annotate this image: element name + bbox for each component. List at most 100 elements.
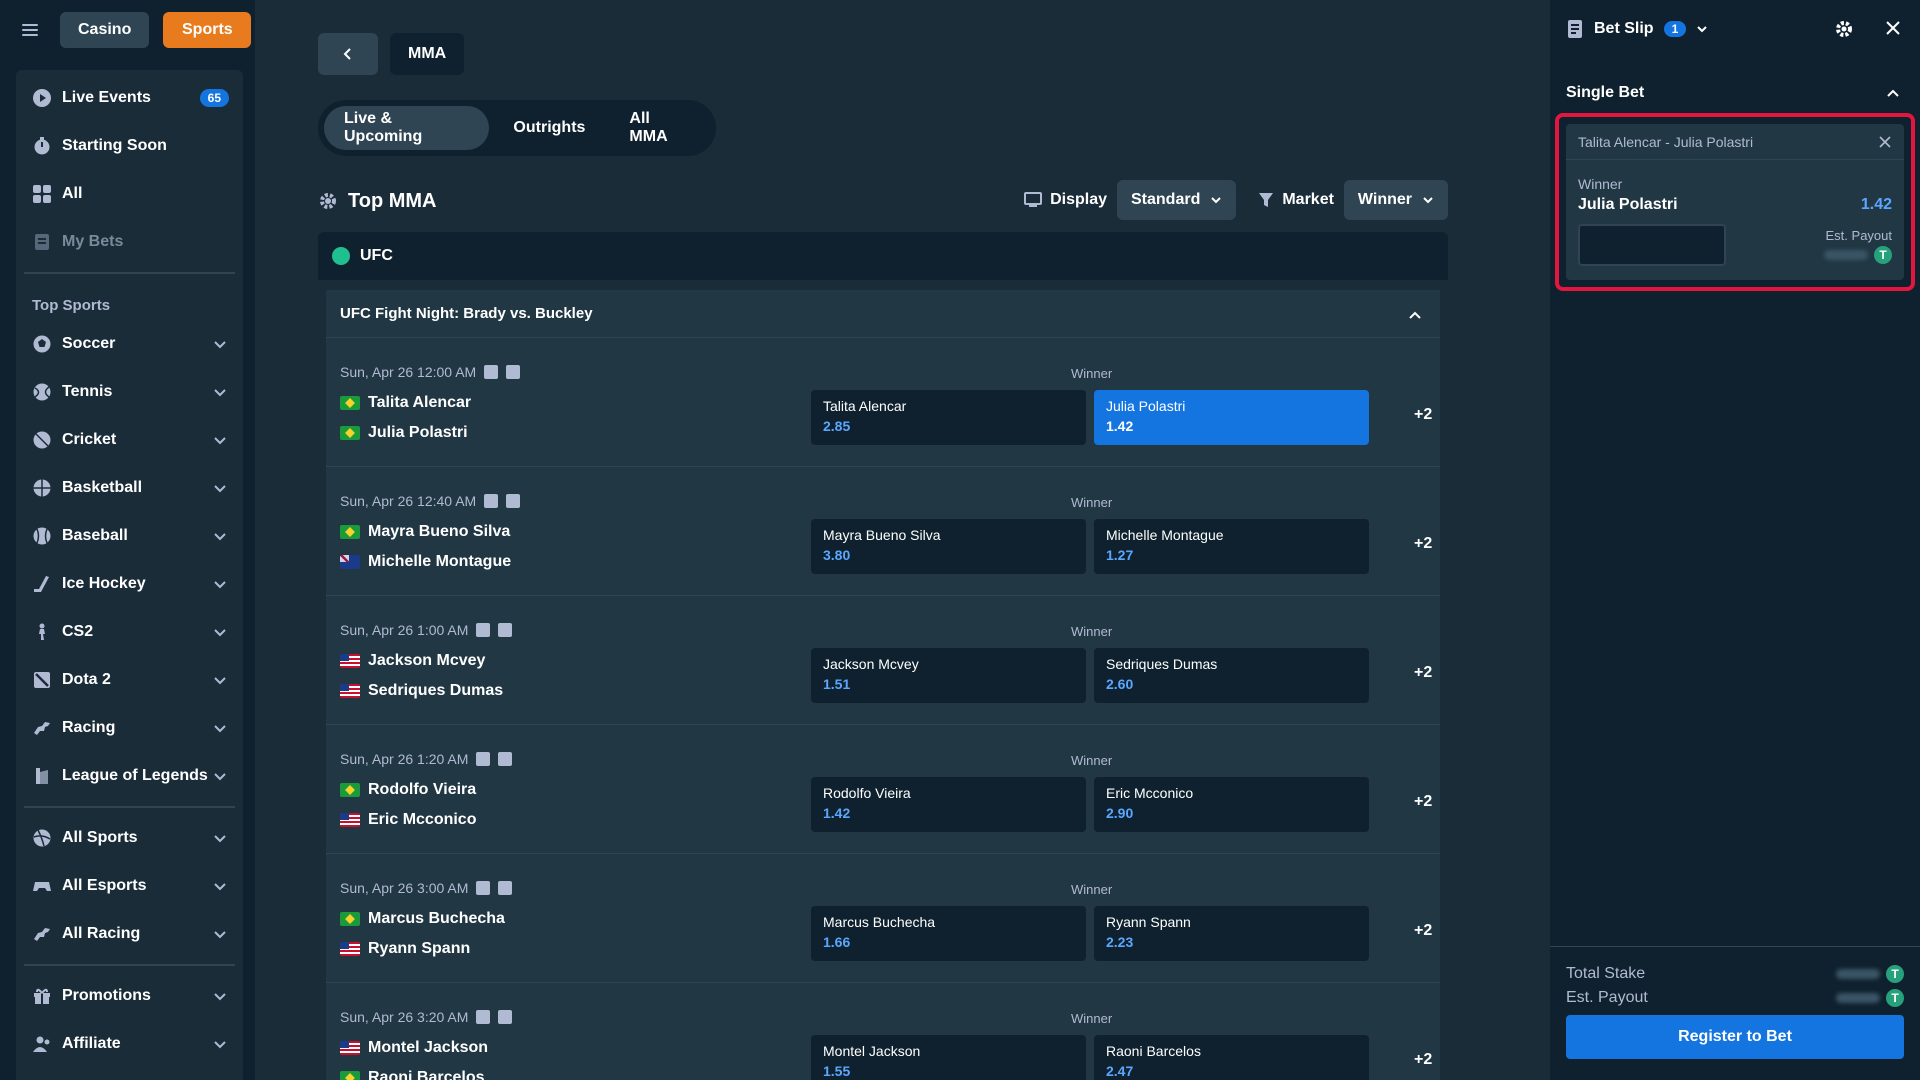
sidebar-item-racing[interactable]: Racing	[16, 704, 243, 752]
tab-live-upcoming[interactable]: Live & Upcoming	[324, 106, 490, 150]
display-dropdown[interactable]: Standard	[1117, 180, 1237, 220]
more-markets-button[interactable]: +2	[1414, 922, 1432, 940]
event-header[interactable]: UFC Fight Night: Brady vs. Buckley	[326, 290, 1440, 338]
stats-icon[interactable]	[498, 1010, 513, 1024]
close-icon[interactable]	[1878, 135, 1892, 149]
more-markets-button[interactable]: +2	[1414, 664, 1432, 682]
menu-icon[interactable]	[22, 24, 38, 36]
odds-button-away[interactable]: Julia Polastri 1.42	[1094, 390, 1369, 445]
sidebar-item-cs2[interactable]: CS2	[16, 608, 243, 656]
close-icon[interactable]	[1884, 19, 1902, 37]
odds-button-home[interactable]: Montel Jackson 1.55	[811, 1035, 1086, 1080]
team-away[interactable]: Julia Polastri	[340, 424, 468, 442]
breadcrumb[interactable]: MMA	[390, 33, 465, 75]
tab-outrights[interactable]: Outrights	[493, 106, 605, 150]
odds-button-home[interactable]: Marcus Buchecha 1.66	[811, 906, 1086, 961]
team-home[interactable]: Mayra Bueno Silva	[340, 523, 510, 541]
more-markets-button[interactable]: +2	[1414, 535, 1432, 553]
tab-all-mma[interactable]: All MMA	[609, 106, 710, 150]
odds-button-home[interactable]: Mayra Bueno Silva 3.80	[811, 519, 1086, 574]
sports-button[interactable]: Sports	[163, 12, 252, 48]
odds-button-home[interactable]: Jackson Mcvey 1.51	[811, 648, 1086, 703]
team-home[interactable]: Rodolfo Vieira	[340, 781, 476, 799]
odds-button-away[interactable]: Raoni Barcelos 2.47	[1094, 1035, 1369, 1080]
stats-icon[interactable]	[506, 494, 521, 508]
sidebar-item-all-racing[interactable]: All Racing	[16, 910, 243, 958]
sidebar-item-basketball[interactable]: Basketball	[16, 464, 243, 512]
live-stream-icon[interactable]	[476, 1010, 491, 1024]
sidebar-item-all-esports[interactable]: All Esports	[16, 862, 243, 910]
blurred-value	[1836, 969, 1880, 979]
back-button[interactable]	[318, 33, 378, 75]
stake-input[interactable]	[1578, 224, 1726, 266]
chevron-down-icon	[1211, 197, 1222, 204]
lol-icon	[32, 766, 52, 786]
live-stream-icon[interactable]	[484, 494, 499, 508]
team-home[interactable]: Jackson Mcvey	[340, 652, 485, 670]
odds-button-home[interactable]: Rodolfo Vieira 1.42	[811, 777, 1086, 832]
match-time: Sun, Apr 26 12:00 AM	[340, 364, 521, 380]
team-away[interactable]: Michelle Montague	[340, 553, 511, 571]
team-away[interactable]: Raoni Barcelos	[340, 1069, 484, 1080]
more-markets-button[interactable]: +2	[1414, 793, 1432, 811]
sidebar-item-label: Tennis	[62, 383, 113, 400]
team-home[interactable]: Talita Alencar	[340, 394, 471, 412]
live-stream-icon[interactable]	[476, 881, 491, 895]
odds-button-away[interactable]: Michelle Montague 1.27	[1094, 519, 1369, 574]
odds-button-away[interactable]: Sedriques Dumas 2.60	[1094, 648, 1369, 703]
stats-icon[interactable]	[498, 881, 513, 895]
horse-icon	[32, 718, 52, 738]
sport-tabs: Live & Upcoming Outrights All MMA	[318, 100, 716, 156]
market-label: Winner	[1071, 624, 1113, 639]
team-away[interactable]: Ryann Spann	[340, 940, 470, 958]
sidebar-item-all[interactable]: All	[16, 170, 243, 218]
sidebar-item-tennis[interactable]: Tennis	[16, 368, 243, 416]
sidebar-item-all-sports[interactable]: All Sports	[16, 814, 243, 862]
more-markets-button[interactable]: +2	[1414, 406, 1432, 424]
gear-icon[interactable]	[1834, 19, 1854, 39]
stats-icon[interactable]	[498, 623, 513, 637]
odds-button-home[interactable]: Talita Alencar 2.85	[811, 390, 1086, 445]
team-away[interactable]: Sedriques Dumas	[340, 682, 503, 700]
top-sports-title: Top Sports	[32, 297, 111, 314]
sidebar-item-league-of-legends[interactable]: League of Legends	[16, 752, 243, 800]
bet-slip-header[interactable]: Bet Slip 1	[1550, 0, 1920, 58]
sidebar-item-ice-hockey[interactable]: Ice Hockey	[16, 560, 243, 608]
team-home[interactable]: Marcus Buchecha	[340, 910, 505, 928]
chevron-down-icon	[214, 485, 226, 493]
more-markets-button[interactable]: +2	[1414, 1051, 1432, 1069]
odds-button-away[interactable]: Eric Mcconico 2.90	[1094, 777, 1369, 832]
match-row: Sun, Apr 26 3:20 AM Winner Montel Jackson R…	[326, 983, 1440, 1080]
stats-icon[interactable]	[506, 365, 521, 379]
bet-card-title: Talita Alencar - Julia Polastri	[1578, 133, 1754, 150]
sidebar-item-soccer[interactable]: Soccer	[16, 320, 243, 368]
team-home[interactable]: Montel Jackson	[340, 1039, 488, 1057]
soccer-ball-icon	[32, 334, 52, 354]
sidebar-item-live-events[interactable]: Live Events 65	[16, 74, 243, 122]
sidebar-item-dota-2[interactable]: Dota 2	[16, 656, 243, 704]
odds-button-away[interactable]: Ryann Spann 2.23	[1094, 906, 1369, 961]
chevron-up-icon	[1409, 311, 1421, 319]
casino-button[interactable]: Casino	[60, 12, 150, 48]
main-content: MMA Live & Upcoming Outrights All MMA To…	[255, 0, 1787, 1080]
register-to-bet-button[interactable]: Register to Bet	[1566, 1015, 1904, 1059]
match-row: Sun, Apr 26 1:00 AM Winner Jackson Mcvey Se…	[326, 596, 1440, 725]
sidebar-item-label: Basketball	[62, 479, 143, 496]
chevron-down-icon[interactable]	[1696, 23, 1708, 35]
live-stream-icon[interactable]	[484, 365, 499, 379]
stats-icon[interactable]	[498, 752, 513, 766]
sidebar-item-baseball[interactable]: Baseball	[16, 512, 243, 560]
est-payout-footer-label: Est. Payout	[1566, 989, 1648, 1006]
sidebar-item-promotions[interactable]: Promotions	[16, 972, 243, 1020]
sidebar-item-cricket[interactable]: Cricket	[16, 416, 243, 464]
chevron-up-icon[interactable]	[1886, 86, 1900, 100]
live-stream-icon[interactable]	[476, 752, 491, 766]
bet-card-header: Talita Alencar - Julia Polastri	[1566, 124, 1904, 160]
team-away[interactable]: Eric Mcconico	[340, 811, 476, 829]
live-stream-icon[interactable]	[476, 623, 491, 637]
market-dropdown[interactable]: Winner	[1343, 180, 1448, 220]
sidebar-item-starting-soon[interactable]: Starting Soon	[16, 122, 243, 170]
sidebar-item-affiliate[interactable]: Affiliate	[16, 1020, 243, 1068]
league-header[interactable]: UFC	[318, 232, 1448, 280]
sidebar-item-my-bets[interactable]: My Bets	[16, 218, 243, 266]
